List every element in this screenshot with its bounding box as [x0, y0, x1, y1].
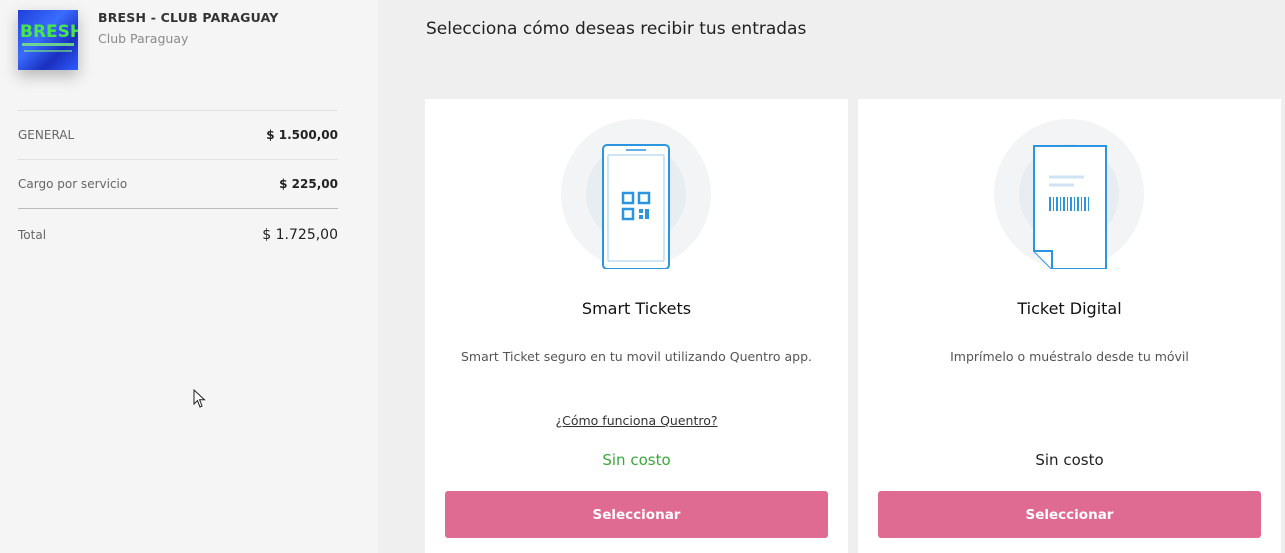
option-cost: Sin costo	[1035, 451, 1104, 469]
option-card-smart-tickets[interactable]: Smart Tickets Smart Ticket seguro en tu …	[425, 99, 848, 553]
page-heading: Selecciona cómo deseas recibir tus entra…	[426, 19, 807, 39]
option-description: Imprímelo o muéstralo desde tu móvil	[950, 349, 1189, 364]
summary-label: GENERAL	[18, 128, 75, 142]
order-sidebar: BRESH BRESH - CLUB PARAGUAY Club Paragua…	[0, 0, 378, 553]
summary-value: $ 1.500,00	[266, 128, 338, 142]
summary-row-total: Total $ 1.725,00	[18, 208, 338, 260]
summary-row-service-fee: Cargo por servicio $ 225,00	[18, 159, 338, 208]
event-title: BRESH - CLUB PARAGUAY	[98, 10, 279, 25]
thumbnail-decoration	[24, 50, 72, 52]
option-title: Ticket Digital	[1017, 299, 1122, 318]
select-ticket-digital-button[interactable]: Seleccionar	[878, 491, 1261, 538]
thumbnail-decoration	[22, 43, 74, 46]
order-summary: GENERAL $ 1.500,00 Cargo por servicio $ …	[18, 110, 338, 260]
option-title: Smart Tickets	[581, 299, 692, 318]
option-cost: Sin costo	[602, 451, 671, 469]
mouse-cursor-icon	[193, 389, 206, 408]
how-quentro-works-link[interactable]: ¿Cómo funciona Quentro?	[425, 413, 848, 428]
event-venue: Club Paraguay	[98, 31, 189, 46]
event-thumbnail: BRESH	[18, 10, 78, 70]
summary-value: $ 225,00	[279, 177, 338, 191]
option-description: Smart Ticket seguro en tu movil utilizan…	[460, 349, 812, 364]
select-smart-tickets-button[interactable]: Seleccionar	[445, 491, 828, 538]
summary-total-label: Total	[18, 227, 47, 242]
phone-qr-icon	[561, 119, 711, 269]
summary-label: Cargo por servicio	[18, 177, 128, 191]
ticket-barcode-icon	[994, 119, 1144, 269]
event-thumbnail-logo: BRESH	[20, 22, 78, 42]
option-card-ticket-digital[interactable]: Ticket Digital Imprímelo o muéstralo des…	[858, 99, 1281, 553]
summary-row-general: GENERAL $ 1.500,00	[18, 110, 338, 159]
summary-total-value: $ 1.725,00	[262, 226, 338, 243]
